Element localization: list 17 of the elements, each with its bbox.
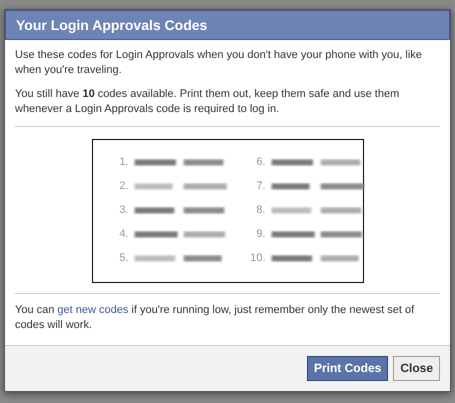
- code-number: 1.: [118, 156, 128, 168]
- code-number: 2.: [118, 180, 128, 192]
- info-text: You still have 10 codes available. Print them out, keep them safe and use them whenever a Login Approvals code is required to log in.: [15, 87, 400, 117]
- info-text: Use these codes for Login Approvals when you don't have your phone with you, like when you're traveling.: [15, 48, 423, 78]
- code-number: 9.: [255, 228, 266, 240]
- code-number: 5.: [118, 252, 128, 264]
- code-number: 6.: [255, 156, 266, 168]
- dialog-title: Your Login Approvals Codes: [5, 10, 450, 40]
- get-new-codes-link[interactable]: get new codes: [57, 304, 128, 316]
- code-number: 7.: [255, 180, 266, 192]
- code-number: 10.: [249, 252, 266, 264]
- close-button[interactable]: Close: [393, 356, 440, 381]
- code-number: 8.: [255, 204, 266, 216]
- code-number: 4.: [118, 228, 128, 240]
- print-button[interactable]: Print Codes: [306, 356, 388, 381]
- footer-note: You can get new codes if you're running low, just remember only the newest set of codes will work.: [15, 303, 416, 333]
- code-number: 3.: [118, 204, 128, 216]
